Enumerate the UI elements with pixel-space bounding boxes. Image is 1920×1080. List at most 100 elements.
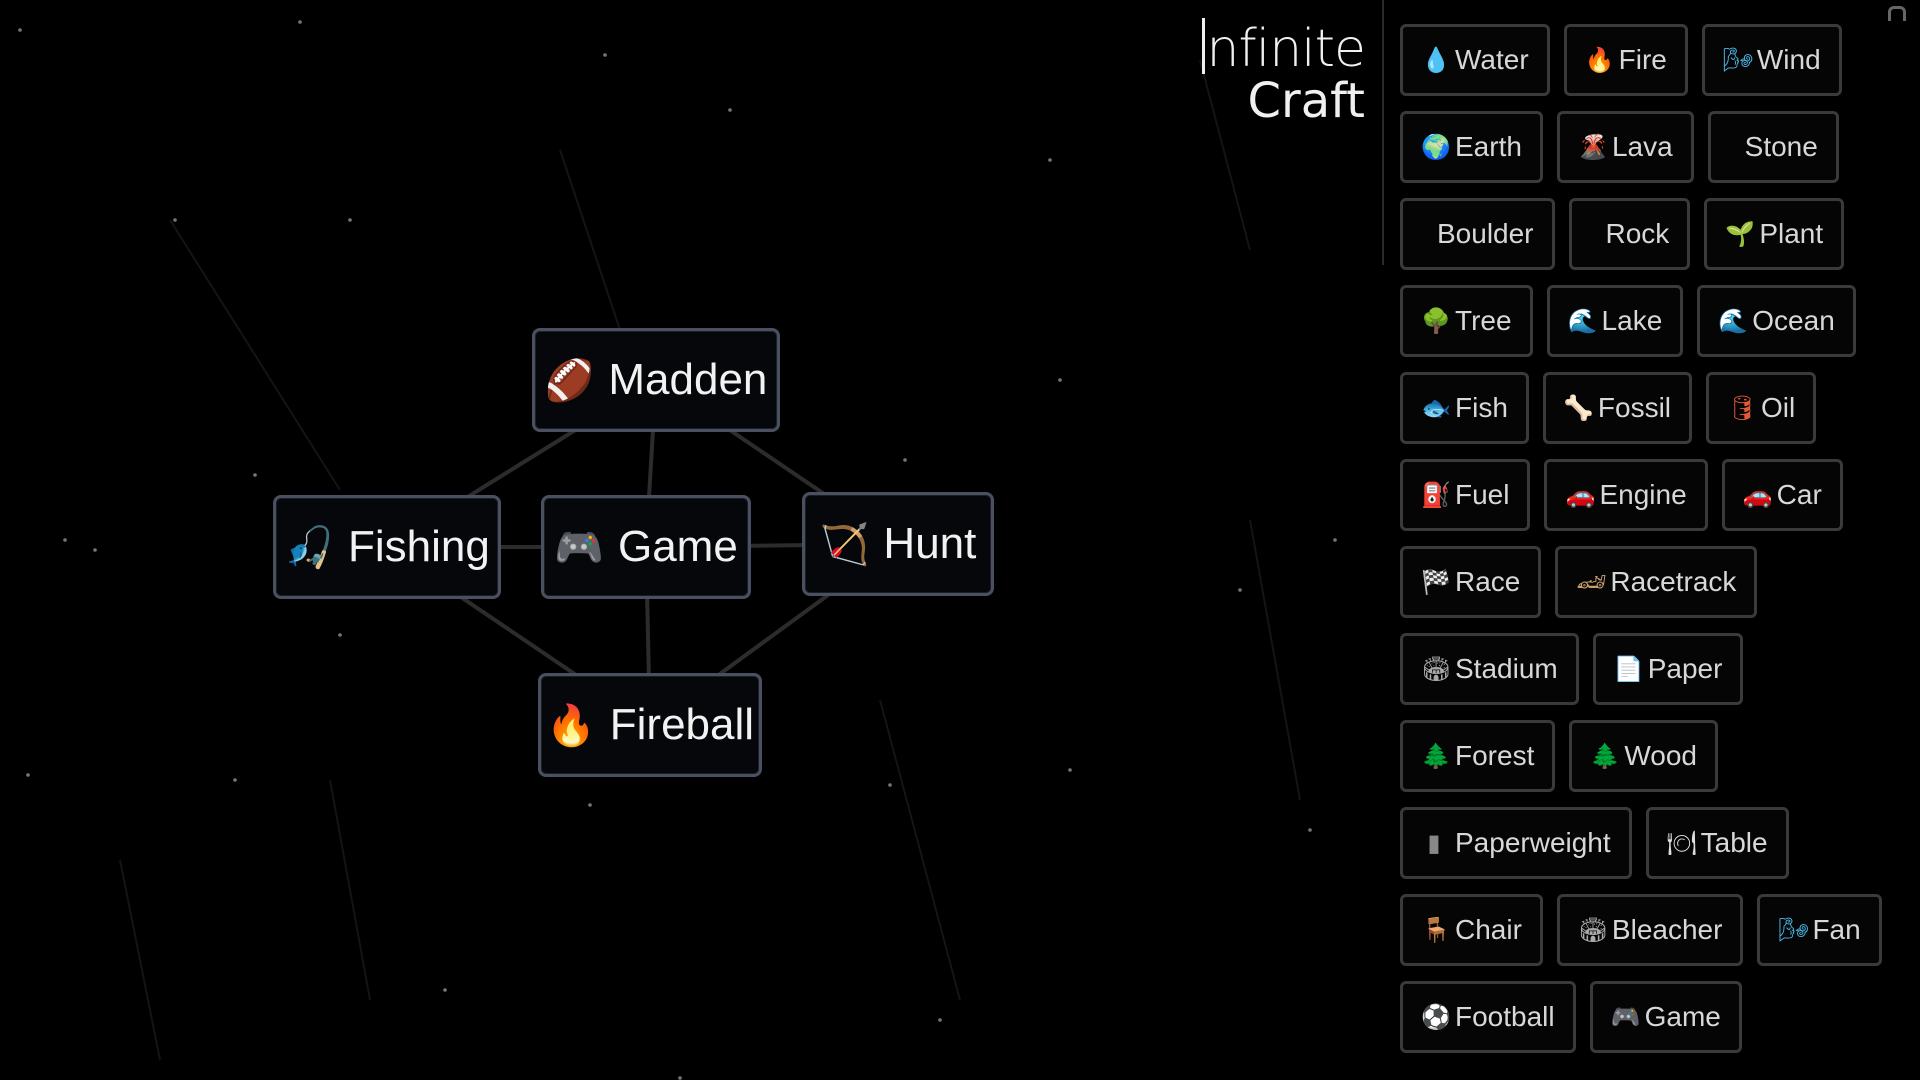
sidebar-item-plant[interactable]: 🌱 Plant <box>1704 198 1845 270</box>
sidebar-item-label: Fish <box>1455 392 1508 423</box>
star-dot <box>93 548 97 552</box>
sidebar-item-label: Fossil <box>1597 392 1672 423</box>
sidebar-item-label: Oil <box>1761 392 1796 423</box>
sidebar-row: ⚽ Football 🎮 Game <box>1400 981 1860 1053</box>
sidebar-item-label: Boulder <box>1437 218 1534 249</box>
sidebar-item-wind[interactable]: 🌬 Wind <box>1701 24 1842 96</box>
fishing-pole-icon: 🎣 <box>284 525 334 570</box>
racetrack-icon: 🏎 <box>1576 568 1607 596</box>
sidebar-row: 🏁 Race 🏎 Racetrack <box>1400 546 1860 618</box>
sidebar-item-stone[interactable]: Stone <box>1707 111 1839 183</box>
sidebar-item-ocean[interactable]: 🌊 Ocean <box>1697 285 1856 357</box>
lock-icon[interactable] <box>1888 6 1906 21</box>
sidebar-item-paperweight[interactable]: ▮ Paperweight <box>1400 807 1632 879</box>
sidebar-item-table[interactable]: 🍽 Table <box>1645 807 1789 879</box>
sidebar-item-paper[interactable]: 📄 Paper <box>1592 633 1744 705</box>
star-dot <box>253 473 257 477</box>
sidebar-item-label: Bleacher <box>1611 914 1723 945</box>
sidebar-item-earth[interactable]: 🌍 Earth <box>1400 111 1543 183</box>
sidebar-item-fuel[interactable]: ⛽ Fuel <box>1400 459 1531 531</box>
star-dot <box>888 783 892 787</box>
sidebar-item-fan[interactable]: 🌬 Fan <box>1757 894 1882 966</box>
star-dot <box>1048 158 1052 162</box>
canvas-node-game[interactable]: 🎮 Game <box>541 495 751 599</box>
background-streak <box>169 219 341 491</box>
sidebar-item-label: Racetrack <box>1610 566 1737 597</box>
sidebar-item-rock[interactable]: Rock <box>1568 198 1691 270</box>
sidebar-item-bleacher[interactable]: 🏟 Bleacher <box>1556 894 1744 966</box>
canvas-node-fireball[interactable]: 🔥 Fireball <box>538 673 762 777</box>
sidebar-item-forest[interactable]: 🌲 Forest <box>1400 720 1556 792</box>
star-dot <box>18 28 22 32</box>
sidebar-item-fish[interactable]: 🐟 Fish <box>1400 372 1529 444</box>
element-sidebar: 💧 Water 🔥 Fire 🌬 Wind 🌍 Earth 🌋 Lava Stone Boulder R… <box>1400 24 1882 1068</box>
star-dot <box>1308 828 1312 832</box>
sidebar-item-game[interactable]: 🎮 Game <box>1589 981 1742 1053</box>
background-streak <box>559 149 621 331</box>
sidebar-item-fossil[interactable]: 🦴 Fossil <box>1542 372 1693 444</box>
sidebar-item-label: Rock <box>1605 218 1670 249</box>
sidebar-item-oil[interactable]: 🛢 Oil <box>1706 372 1817 444</box>
star-dot <box>1058 378 1062 382</box>
logo-line-2: Craft <box>1247 73 1365 129</box>
flag-icon: 🏁 <box>1421 568 1451 596</box>
bone-icon: 🦴 <box>1563 394 1594 422</box>
sidebar-item-engine[interactable]: 🚗 Engine <box>1544 459 1708 531</box>
sidebar-item-lake[interactable]: 🌊 Lake <box>1546 285 1684 357</box>
sidebar-row: Boulder Rock 🌱 Plant <box>1400 198 1860 270</box>
football-icon: 🏈 <box>544 358 595 403</box>
star-dot <box>233 778 237 782</box>
sidebar-item-water[interactable]: 💧 Water <box>1400 24 1550 96</box>
sidebar-item-car[interactable]: 🚗 Car <box>1721 459 1843 531</box>
sidebar-item-wood[interactable]: 🌲 Wood <box>1569 720 1718 792</box>
sidebar-item-label: Car <box>1776 479 1822 510</box>
gamepad-icon: 🎮 <box>554 525 604 570</box>
sidebar-item-tree[interactable]: 🌳 Tree <box>1400 285 1533 357</box>
sidebar-item-label: Lava <box>1611 131 1673 162</box>
sidebar-item-boulder[interactable]: Boulder <box>1400 198 1555 270</box>
logo-line-1: nfinite <box>1206 19 1366 79</box>
sidebar-item-label: Water <box>1455 44 1529 75</box>
sidebar-item-label: Plant <box>1759 218 1824 249</box>
sidebar-row: 🐟 Fish 🦴 Fossil 🛢 Oil <box>1400 372 1860 444</box>
canvas-node-hunt[interactable]: 🏹 Hunt <box>802 492 994 596</box>
sidebar-row: 🌳 Tree 🌊 Lake 🌊 Ocean <box>1400 285 1860 357</box>
sidebar-row: ⛽ Fuel 🚗 Engine 🚗 Car <box>1400 459 1860 531</box>
paperweight-icon: ▮ <box>1427 829 1441 857</box>
star-dot <box>173 218 177 222</box>
tree-icon: 🌲 <box>1421 742 1451 770</box>
app-logo: nfinite Craft <box>1201 18 1366 129</box>
sidebar-item-lava[interactable]: 🌋 Lava <box>1556 111 1694 183</box>
tree-icon: 🌳 <box>1421 307 1451 335</box>
table-icon: 🍽 <box>1666 829 1698 857</box>
canvas-node-label: Hunt <box>883 519 977 568</box>
canvas-node-madden[interactable]: 🏈 Madden <box>532 328 780 432</box>
sidebar-row: 💧 Water 🔥 Fire 🌬 Wind <box>1400 24 1860 96</box>
sidebar-item-football[interactable]: ⚽ Football <box>1400 981 1576 1053</box>
sidebar-item-fire[interactable]: 🔥 Fire <box>1563 24 1688 96</box>
fire-icon: 🔥 <box>545 703 596 748</box>
sidebar-item-label: Paperweight <box>1455 827 1611 858</box>
sidebar-item-chair[interactable]: 🪑 Chair <box>1400 894 1543 966</box>
wind-icon: 🌬 <box>1722 46 1754 74</box>
sidebar-item-stadium[interactable]: 🏟 Stadium <box>1400 633 1579 705</box>
sidebar-divider <box>1382 0 1384 265</box>
logo-cursor-bar <box>1201 18 1205 74</box>
star-dot <box>588 803 592 807</box>
star-dot <box>63 538 67 542</box>
sidebar-item-racetrack[interactable]: 🏎 Racetrack <box>1555 546 1758 618</box>
oil-can-icon: 🛢 <box>1727 394 1758 422</box>
sidebar-item-label: Engine <box>1599 479 1687 510</box>
sidebar-item-label: Race <box>1455 566 1521 597</box>
star-dot <box>903 458 907 462</box>
canvas-node-fishing[interactable]: 🎣 Fishing <box>273 495 501 599</box>
sidebar-item-label: Wind <box>1756 44 1821 75</box>
sidebar-item-label: Lake <box>1601 305 1663 336</box>
sidebar-item-label: Stone <box>1744 131 1818 162</box>
sidebar-row: 🏟 Stadium 📄 Paper <box>1400 633 1860 705</box>
sidebar-item-label: Fuel <box>1455 479 1510 510</box>
star-dot <box>728 108 732 112</box>
stadium-icon: 🏟 <box>1421 655 1452 683</box>
seedling-icon: 🌱 <box>1725 220 1756 248</box>
sidebar-item-race[interactable]: 🏁 Race <box>1400 546 1542 618</box>
